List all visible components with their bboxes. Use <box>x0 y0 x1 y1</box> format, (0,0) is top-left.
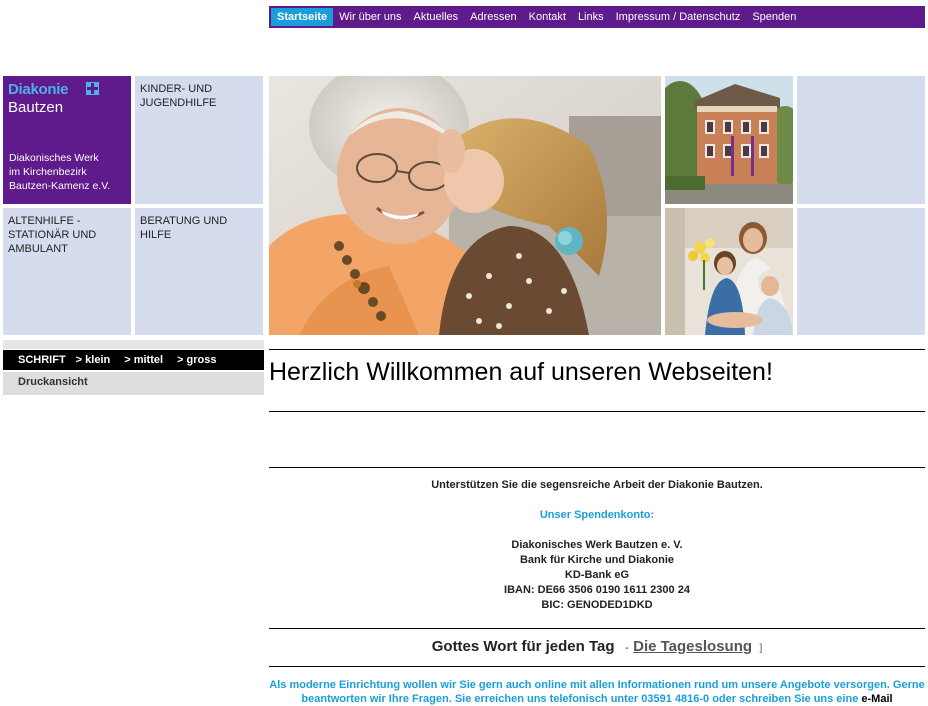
bank-short: KD-Bank eG <box>564 569 630 581</box>
logo-brand: Diakonie <box>8 81 69 98</box>
sidebar-spacer <box>3 340 264 349</box>
contact-intro-text: Als moderne Einrichtung wollen wir Sie g… <box>269 679 925 705</box>
building-photo <box>665 76 793 204</box>
tageslosung-link[interactable]: Die Tageslosung <box>633 638 752 655</box>
family-photo <box>665 208 793 335</box>
divider <box>269 666 925 667</box>
font-size-small[interactable]: > klein <box>76 354 111 366</box>
logo-tile[interactable]: Diakonie Bautzen Diakonisches Werk im Ki… <box>3 76 131 204</box>
divider <box>269 411 925 412</box>
logo-city: Bautzen <box>8 99 64 116</box>
external-link-icon: ] <box>759 643 763 654</box>
daily-word: Gottes Wort für jeden Tag - Die Tageslos… <box>269 638 925 656</box>
nav-startseite[interactable]: Startseite <box>271 8 334 26</box>
daily-word-separator: - <box>624 642 629 654</box>
donation-section: Unterstützen Sie die segensreiche Arbeit… <box>269 478 925 613</box>
nav-links[interactable]: Links <box>572 8 610 26</box>
tile-blank-top <box>797 76 925 204</box>
font-size-bar: SCHRIFT > klein > mittel > gross <box>3 350 264 370</box>
tile-beratung-label: Beratung und Hilfe <box>140 215 228 241</box>
divider <box>269 628 925 629</box>
font-size-large[interactable]: > gross <box>177 354 216 366</box>
divider <box>269 467 925 468</box>
iban: IBAN: DE66 3506 0190 1611 2300 24 <box>504 584 690 596</box>
font-size-label: SCHRIFT <box>18 354 66 366</box>
tile-kinder-jugendhilfe[interactable]: Kinder- und Jugendhilfe <box>135 76 263 204</box>
donation-intro: Unterstützen Sie die segensreiche Arbeit… <box>431 479 763 491</box>
tile-blank-bottom <box>797 208 925 335</box>
donation-account-heading: Unser Spendenkonto: <box>539 509 655 521</box>
tile-kinder-label: Kinder- und Jugendhilfe <box>140 83 217 109</box>
tile-beratung-hilfe[interactable]: Beratung und Hilfe <box>135 208 263 335</box>
divider <box>269 349 925 350</box>
daily-word-title: Gottes Wort für jeden Tag <box>431 638 615 655</box>
print-view-link[interactable]: Druckansicht <box>3 372 264 395</box>
email-link[interactable]: e-Mail <box>861 693 892 705</box>
hero-photo <box>269 76 661 335</box>
tile-alten-label: Altenhilfe - stationär und ambulant <box>8 215 97 255</box>
account-name: Diakonisches Werk Bautzen e. V. <box>511 539 683 551</box>
font-size-medium[interactable]: > mittel <box>124 354 163 366</box>
nav-spenden[interactable]: Spenden <box>746 8 802 26</box>
bic: BIC: GENODED1DKD <box>541 599 653 611</box>
logo-organization: Diakonisches Werk im Kirchenbezirk Bautz… <box>9 152 111 192</box>
nav-aktuelles[interactable]: Aktuelles <box>408 8 465 26</box>
page-title: Herzlich Willkommen auf unseren Webseite… <box>269 358 773 386</box>
nav-impressum[interactable]: Impressum / Datenschutz <box>610 8 747 26</box>
diakonie-cross-icon <box>86 82 99 95</box>
nav-kontakt[interactable]: Kontakt <box>523 8 572 26</box>
bank-name: Bank für Kirche und Diakonie <box>519 554 675 566</box>
contact-intro: Als moderne Einrichtung wollen wir Sie g… <box>269 678 925 706</box>
nav-adressen[interactable]: Adressen <box>464 8 522 26</box>
top-navigation: Startseite Wir über uns Aktuelles Adress… <box>269 6 925 28</box>
nav-wir-ueber-uns[interactable]: Wir über uns <box>333 8 407 26</box>
tile-altenhilfe[interactable]: Altenhilfe - stationär und ambulant <box>3 208 131 335</box>
